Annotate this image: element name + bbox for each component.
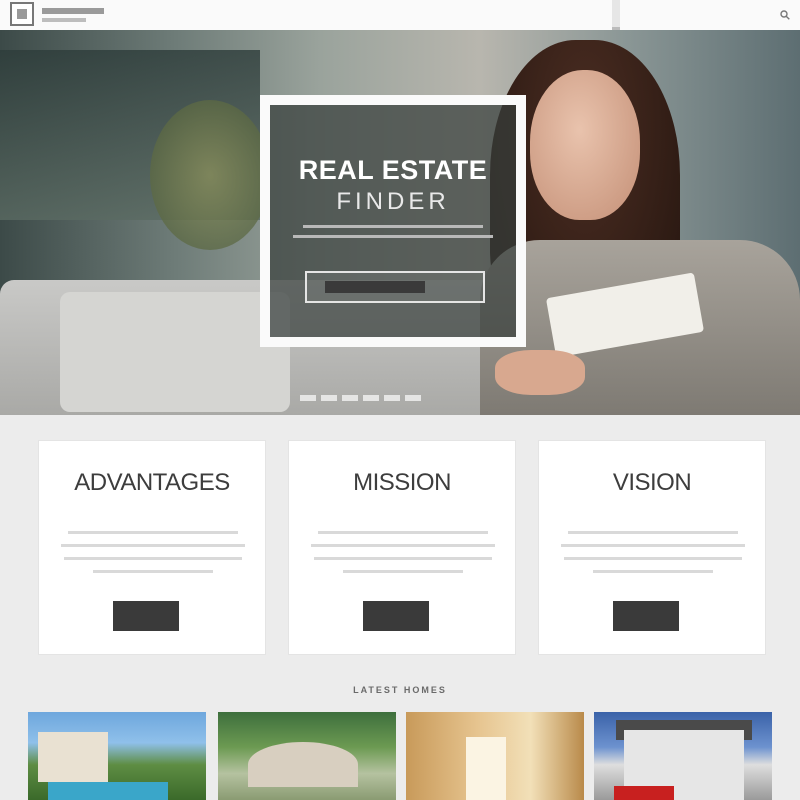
slider-indicators[interactable]: [300, 395, 450, 403]
slider-dot: [363, 395, 379, 401]
hero-caption-box: REAL ESTATE FINDER: [260, 95, 526, 347]
nav-item-4[interactable]: [684, 0, 692, 30]
listing-photo-house-for-sale[interactable]: [594, 712, 772, 800]
main-menu: [612, 0, 790, 30]
card-title: MISSION: [353, 469, 451, 496]
slider-dot: [300, 395, 316, 401]
listing-photo-house-in-trees[interactable]: [218, 712, 396, 800]
card-text: [561, 531, 745, 583]
card-text: [61, 531, 245, 583]
nav-item-1[interactable]: [612, 0, 620, 30]
hero-title: REAL ESTATE: [298, 155, 488, 185]
nav-item-6[interactable]: [732, 0, 740, 30]
listing-photo-house-with-pool[interactable]: [28, 712, 206, 800]
card-advantages: ADVANTAGES: [38, 440, 266, 655]
slider-dot: [384, 395, 400, 401]
card-vision: VISION: [538, 440, 766, 655]
card-more-button[interactable]: [613, 601, 679, 631]
house-logo-icon[interactable]: [10, 2, 34, 26]
slider-dot: [321, 395, 337, 401]
card-text: [311, 531, 495, 583]
top-navigation-bar: [0, 0, 800, 31]
slider-dot: [405, 395, 421, 401]
search-icon[interactable]: [780, 10, 790, 20]
latest-homes-heading: LATEST HOMES: [353, 685, 447, 695]
brand-name[interactable]: [42, 3, 112, 27]
hero-tagline: [292, 225, 494, 245]
nav-item-2[interactable]: [636, 0, 644, 30]
nav-item-7[interactable]: [756, 0, 764, 30]
listing-photo-interior-room[interactable]: [406, 712, 584, 800]
hero-cta-button[interactable]: [305, 271, 485, 303]
card-more-button[interactable]: [113, 601, 179, 631]
hero-subtitle: FINDER: [336, 188, 450, 215]
card-mission: MISSION: [288, 440, 516, 655]
slider-dot: [342, 395, 358, 401]
card-title: ADVANTAGES: [74, 469, 230, 496]
nav-item-5[interactable]: [708, 0, 716, 30]
for-sale-sign: [614, 786, 674, 800]
nav-item-3[interactable]: [660, 0, 668, 30]
card-title: VISION: [612, 469, 692, 496]
card-more-button[interactable]: [363, 601, 429, 631]
